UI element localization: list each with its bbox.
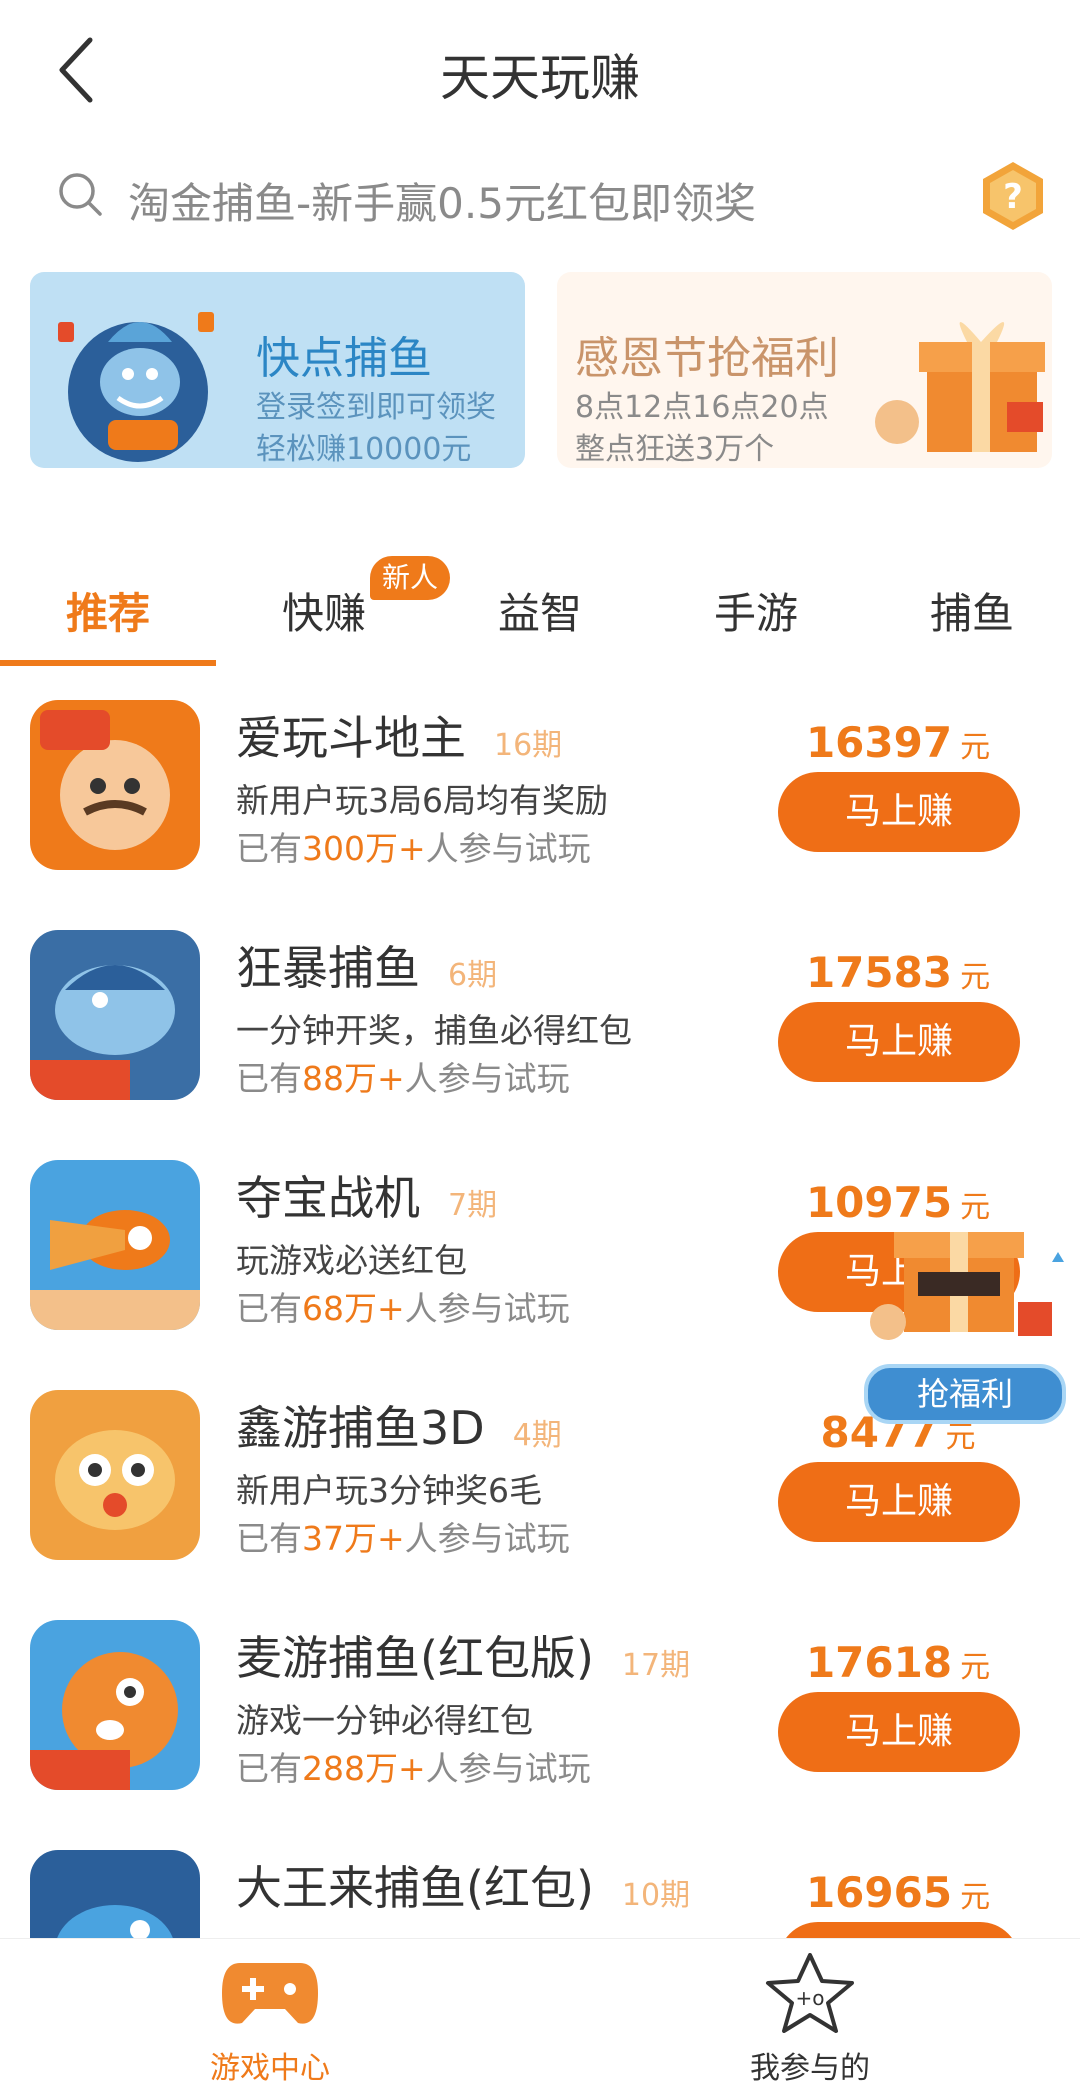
participant-count: 已有288万+人参与试玩 bbox=[236, 1749, 591, 1788]
game-description: 玩游戏必送红包 bbox=[236, 1241, 467, 1280]
game-name: 鑫游捕鱼3D 4期 bbox=[236, 1401, 562, 1455]
search-placeholder: 淘金捕鱼-新手赢0.5元红包即领奖 bbox=[128, 179, 756, 228]
gamepad-icon bbox=[222, 1963, 318, 2024]
list-item[interactable]: 爱玩斗地主 16期 新用户玩3局6局均有奖励 已有300万+人参与试玩 16397… bbox=[0, 690, 1080, 920]
header: 天天玩赚 bbox=[0, 0, 1080, 140]
tabbar-label: 游戏中心 bbox=[210, 2051, 330, 2086]
category-tabs: 推荐 快赚 益智 手游 捕鱼 bbox=[0, 560, 1080, 670]
game-icon bbox=[30, 930, 200, 1100]
tab-fishing[interactable]: 捕鱼 bbox=[864, 580, 1080, 641]
new-user-badge: 新人 bbox=[370, 556, 451, 600]
banner-subtitle: 轻松赚10000元 bbox=[256, 432, 472, 467]
list-item[interactable]: 麦游捕鱼(红包版) 17期 游戏一分钟必得红包 已有288万+人参与试玩 1761… bbox=[0, 1610, 1080, 1840]
earn-now-button[interactable]: 马上赚 bbox=[778, 1692, 1020, 1772]
game-name: 爱玩斗地主 16期 bbox=[236, 711, 563, 765]
game-period: 10期 bbox=[621, 1877, 691, 1913]
game-description: 新用户玩3分钟奖6毛 bbox=[236, 1471, 542, 1510]
tabbar-label: 我参与的 bbox=[750, 2051, 870, 2086]
reward-amount: 16965 元 bbox=[805, 1868, 991, 1917]
svg-text:+o: +o bbox=[796, 1986, 825, 2010]
game-icon bbox=[30, 1160, 200, 1330]
active-tab-indicator bbox=[0, 660, 216, 666]
game-period: 4期 bbox=[512, 1417, 562, 1453]
earn-now-button[interactable]: 马上赚 bbox=[778, 772, 1020, 852]
banner-title: 感恩节抢福利 bbox=[575, 333, 839, 384]
participant-count: 已有300万+人参与试玩 bbox=[236, 829, 591, 868]
game-period: 16期 bbox=[494, 727, 563, 763]
tab-puzzle[interactable]: 益智 bbox=[432, 580, 648, 641]
banner-thanksgiving[interactable]: 感恩节抢福利 8点12点16点20点 整点狂送3万个 bbox=[557, 272, 1052, 468]
banner-subtitle: 8点12点16点20点 bbox=[575, 390, 829, 425]
help-icon[interactable]: ? bbox=[980, 160, 1046, 232]
game-description: 新用户玩3局6局均有奖励 bbox=[236, 781, 608, 820]
grab-welfare-button[interactable]: 抢福利 bbox=[864, 1364, 1066, 1424]
reward-amount: 16397 元 bbox=[805, 718, 991, 767]
reward-amount: 17583 元 bbox=[805, 948, 991, 997]
game-description: 一分钟开奖，捕鱼必得红包 bbox=[236, 1011, 632, 1050]
game-description: 游戏一分钟必得红包 bbox=[236, 1701, 533, 1740]
banner-fishing[interactable]: 快点捕鱼 登录签到即可领奖 轻松赚10000元 bbox=[30, 272, 525, 468]
landlord-icon bbox=[40, 710, 170, 850]
banner-title: 快点捕鱼 bbox=[256, 333, 432, 384]
reward-amount: 10975 元 bbox=[805, 1178, 991, 1227]
shark-mascot-icon bbox=[58, 312, 214, 462]
tab-my-participation[interactable]: +o 我参与的 bbox=[540, 1939, 1080, 2089]
search-icon bbox=[59, 173, 102, 216]
svg-text:?: ? bbox=[1003, 177, 1023, 217]
earn-now-button[interactable]: 马上赚 bbox=[778, 1002, 1020, 1082]
game-name: 狂暴捕鱼 6期 bbox=[236, 941, 498, 995]
game-period: 6期 bbox=[448, 957, 498, 993]
star-icon: +o bbox=[766, 1953, 854, 2033]
tab-recommend[interactable]: 推荐 bbox=[0, 580, 216, 641]
fighter-plane-icon bbox=[30, 1210, 200, 1330]
list-item[interactable]: 狂暴捕鱼 6期 一分钟开奖，捕鱼必得红包 已有88万+人参与试玩 17583 元 马… bbox=[0, 920, 1080, 1150]
participant-count: 已有68万+人参与试玩 bbox=[236, 1289, 570, 1328]
pufferfish-icon bbox=[30, 1652, 178, 1790]
participant-count: 已有37万+人参与试玩 bbox=[236, 1519, 570, 1558]
bottom-tab-bar: 游戏中心 +o 我参与的 bbox=[0, 1938, 1080, 2089]
banner-subtitle: 整点狂送3万个 bbox=[575, 432, 775, 467]
game-icon bbox=[30, 1390, 200, 1560]
search-bar[interactable]: 淘金捕鱼-新手赢0.5元红包即领奖 bbox=[40, 150, 960, 240]
earn-now-button[interactable]: 马上赚 bbox=[778, 1462, 1020, 1542]
fish-icon bbox=[55, 1430, 175, 1530]
gift-box-icon bbox=[875, 322, 1045, 452]
tab-game-center[interactable]: 游戏中心 bbox=[0, 1939, 540, 2089]
tab-mobile-games[interactable]: 手游 bbox=[648, 580, 864, 641]
game-icon bbox=[30, 1620, 200, 1790]
game-name: 大王来捕鱼(红包) 10期 bbox=[236, 1861, 691, 1915]
game-period: 17期 bbox=[621, 1647, 691, 1683]
game-icon bbox=[30, 700, 200, 870]
reward-amount: 17618 元 bbox=[805, 1638, 991, 1687]
game-name: 夺宝战机 7期 bbox=[236, 1171, 498, 1225]
participant-count: 已有88万+人参与试玩 bbox=[236, 1059, 570, 1098]
banner-subtitle: 登录签到即可领奖 bbox=[256, 390, 496, 425]
shark-icon bbox=[30, 965, 175, 1100]
page-title: 天天玩赚 bbox=[440, 49, 640, 107]
game-name: 麦游捕鱼(红包版) 17期 bbox=[236, 1631, 691, 1685]
game-period: 7期 bbox=[448, 1187, 498, 1223]
